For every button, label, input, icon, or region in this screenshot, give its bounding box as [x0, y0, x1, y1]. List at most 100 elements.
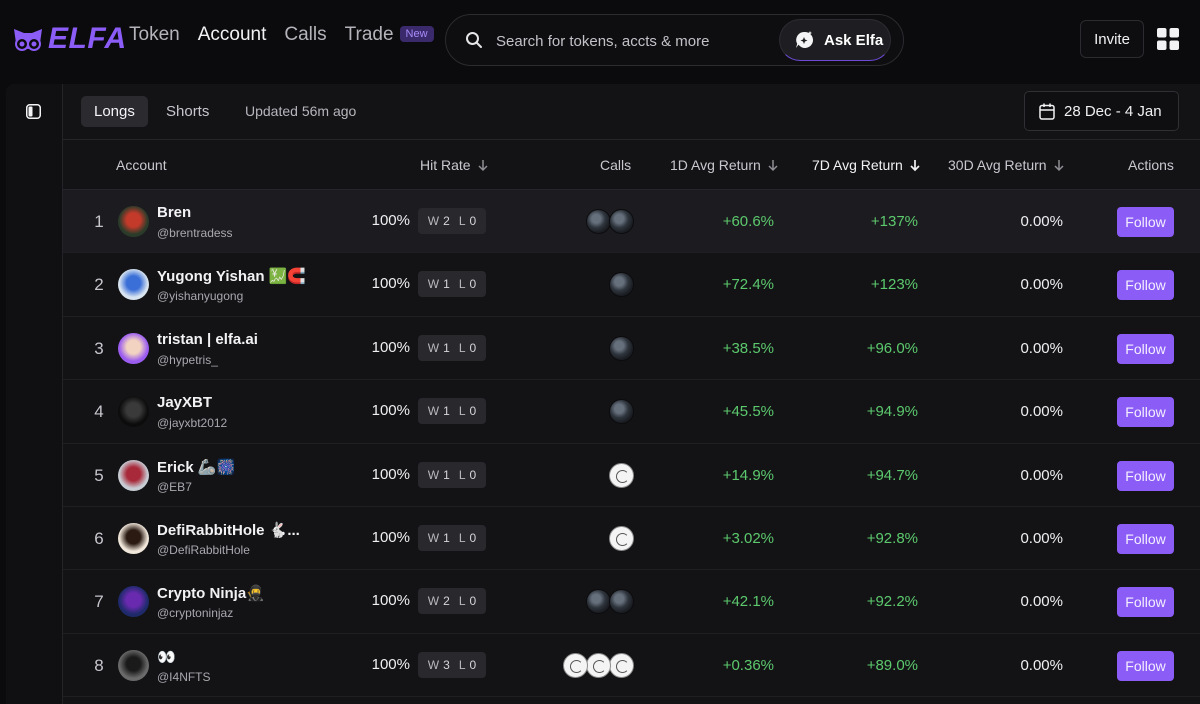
return-1d-value: +14.9% [722, 466, 774, 484]
col-hit-rate[interactable]: Hit Rate [420, 157, 489, 173]
return-30d-value: 0.00% [1020, 656, 1063, 674]
return-7d-value: +89.0% [866, 656, 918, 674]
date-range-picker[interactable]: 28 Dec - 4 Jan [1024, 91, 1179, 131]
account-handle: @cryptoninjaz [157, 606, 234, 621]
follow-button[interactable]: Follow [1117, 587, 1174, 618]
nav-account[interactable]: Account [198, 24, 267, 46]
brand-wordmark: ELFA [48, 22, 127, 55]
wins-label: W [427, 277, 440, 292]
account-name[interactable]: Crypto Ninja🥷 [157, 584, 265, 602]
account-name[interactable]: Bren [157, 204, 191, 221]
losses-label: L [458, 404, 466, 419]
token-coin-white-icon[interactable] [609, 525, 634, 551]
token-coin-white-icon[interactable] [609, 652, 634, 678]
brand-logo[interactable]: ELFA [10, 22, 127, 56]
follow-button[interactable]: Follow [1117, 207, 1174, 237]
wins: W3 [428, 658, 450, 672]
token-coin-dark-icon[interactable] [586, 209, 611, 234]
win-loss-badge: W1 L0 [418, 271, 486, 298]
table-row[interactable]: 1 Bren @brentradess 100% W2 L0 +60.6% +1… [63, 190, 1200, 254]
return-1d-value: +72.4% [722, 276, 774, 294]
table-row[interactable]: 8 👀 @I4NFTS 100% W3 L0 +0.36% +89.0% 0.0… [63, 634, 1200, 698]
nav-trade[interactable]: Trade [345, 24, 394, 45]
token-coin-white-icon[interactable] [609, 462, 634, 488]
return-1d-value: +3.02% [722, 529, 774, 547]
table-row[interactable]: 7 Crypto Ninja🥷 @cryptoninjaz 100% W2 L0… [63, 570, 1200, 634]
losses-count: 0 [469, 657, 477, 672]
token-coin-white-icon[interactable] [563, 652, 588, 678]
avatar[interactable] [118, 459, 149, 491]
tab-longs[interactable]: Longs [81, 96, 148, 127]
losses-label: L [458, 467, 466, 482]
account-name[interactable]: 👀 [157, 648, 176, 666]
losses-count: 0 [469, 594, 477, 609]
avatar[interactable] [118, 206, 149, 237]
avatar[interactable] [118, 649, 149, 681]
losses: L0 [459, 658, 476, 672]
token-coin-dark-icon[interactable] [609, 589, 634, 615]
sidebar-toggle-icon[interactable] [26, 104, 41, 119]
return-7d-value: +123% [870, 276, 918, 294]
token-coin-dark-icon[interactable] [609, 335, 634, 361]
avatar[interactable] [118, 269, 149, 301]
follow-button[interactable]: Follow [1117, 460, 1174, 491]
account-name[interactable]: Yugong Yishan 💹🧲 [157, 267, 306, 285]
calls-token-list [586, 589, 634, 615]
wins-label: W [427, 340, 440, 355]
account-name[interactable]: JayXBT [157, 394, 212, 411]
table-row[interactable]: 2 Yugong Yishan 💹🧲 @yishanyugong 100% W1… [63, 253, 1200, 317]
avatar[interactable] [118, 586, 149, 618]
losses: L0 [459, 277, 476, 291]
token-coin-dark-icon[interactable] [586, 589, 611, 615]
follow-button[interactable]: Follow [1117, 333, 1174, 364]
table-row[interactable]: 6 DefiRabbitHole 🐇... @DefiRabbitHole 10… [63, 507, 1200, 571]
avatar[interactable] [118, 396, 149, 428]
date-range-label: 28 Dec - 4 Jan [1064, 102, 1162, 120]
nav-token[interactable]: Token [129, 24, 180, 46]
follow-button[interactable]: Follow [1117, 397, 1174, 428]
follow-button[interactable]: Follow [1117, 270, 1174, 301]
col-7d-return[interactable]: 7D Avg Return [812, 157, 921, 173]
losses-label: L [458, 594, 466, 609]
wins-count: 1 [443, 277, 450, 292]
account-name[interactable]: Erick 🦾🎆 [157, 458, 235, 476]
search-input[interactable] [496, 28, 726, 54]
rank-number: 4 [94, 402, 104, 422]
hit-rate-value: 100% [371, 655, 410, 673]
token-coin-dark-icon[interactable] [609, 272, 634, 298]
table-row[interactable]: 5 Erick 🦾🎆 @EB7 100% W1 L0 +14.9% +94.7%… [63, 444, 1200, 507]
rank-number: 5 [94, 465, 104, 485]
calls-token-list [609, 272, 634, 298]
return-30d-value: 0.00% [1020, 276, 1063, 294]
wins-count: 2 [443, 594, 450, 609]
tab-shorts[interactable]: Shorts [153, 96, 222, 127]
account-name[interactable]: DefiRabbitHole 🐇... [157, 521, 300, 539]
wins: W1 [428, 404, 450, 418]
losses-count: 0 [469, 214, 477, 228]
account-name[interactable]: tristan | elfa.ai [157, 331, 258, 348]
avatar[interactable] [118, 522, 149, 554]
hit-rate-value: 100% [371, 528, 410, 546]
token-coin-dark-icon[interactable] [609, 399, 634, 425]
follow-button[interactable]: Follow [1117, 523, 1174, 554]
updated-timestamp: Updated 56m ago [245, 103, 357, 119]
token-coin-dark-icon[interactable] [609, 209, 634, 234]
follow-button[interactable]: Follow [1117, 650, 1174, 681]
invite-button[interactable]: Invite [1080, 20, 1144, 58]
losses-label: L [458, 657, 466, 672]
avatar[interactable] [118, 332, 149, 364]
rank-number: 6 [94, 528, 104, 548]
col-30d-return[interactable]: 30D Avg Return [948, 157, 1065, 173]
wins: W1 [428, 277, 450, 291]
nav-calls[interactable]: Calls [284, 24, 326, 46]
table-row[interactable]: 4 JayXBT @jayxbt2012 100% W1 L0 +45.5% +… [63, 380, 1200, 444]
wins-label: W [427, 594, 440, 609]
col-1d-return[interactable]: 1D Avg Return [670, 157, 779, 173]
sort-arrow-icon [478, 159, 488, 171]
ask-elfa-button[interactable]: Ask Elfa [779, 19, 891, 61]
nav-trade-group: Trade New [345, 24, 434, 46]
apps-grid-icon[interactable] [1157, 28, 1179, 50]
table-row[interactable]: 3 tristan | elfa.ai @hypetris_ 100% W1 L… [63, 317, 1200, 381]
losses: L0 [459, 214, 476, 228]
token-coin-white-icon[interactable] [586, 652, 611, 678]
